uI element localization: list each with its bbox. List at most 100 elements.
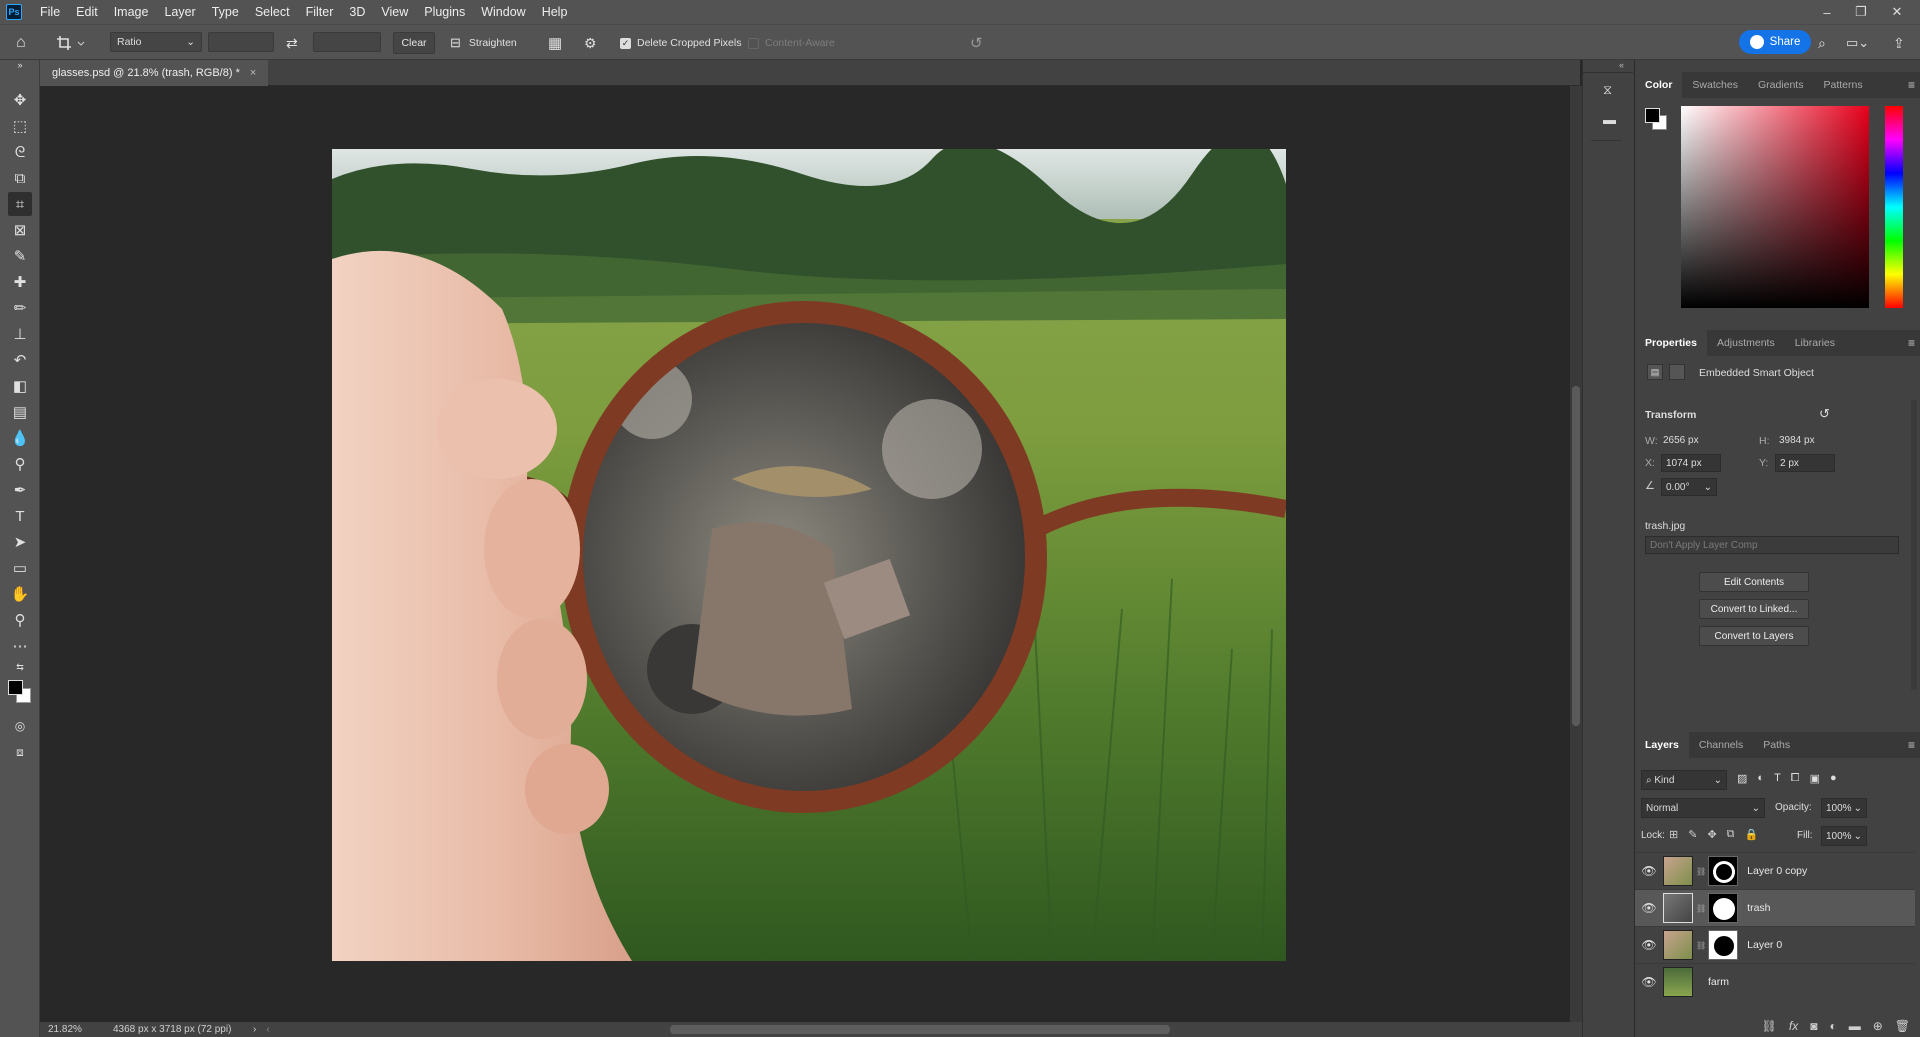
y-input[interactable]: 2 px <box>1775 454 1835 472</box>
search-icon[interactable]: ⌕ <box>1818 32 1826 54</box>
layer-mask-thumbnail[interactable] <box>1708 893 1739 923</box>
link-icon[interactable]: ⛓ <box>1696 904 1706 913</box>
checkbox-checked-icon[interactable]: ✓ <box>620 37 631 49</box>
menu-plugins[interactable]: Plugins <box>416 0 473 24</box>
collapse-panels-icon[interactable]: « <box>1619 60 1624 70</box>
more-tools-icon[interactable]: ⋯ <box>8 634 32 658</box>
menu-layer[interactable]: Layer <box>156 0 203 24</box>
type-filter-icon[interactable]: T <box>1774 772 1781 785</box>
layer-mask-thumbnail[interactable] <box>1708 856 1739 886</box>
trash-icon[interactable]: 🗑 <box>1895 1019 1910 1033</box>
content-aware-option[interactable]: Content-Aware <box>748 32 835 54</box>
angle-input[interactable]: 0.00° ⌄ <box>1661 478 1717 496</box>
tab-color[interactable]: Color <box>1635 72 1683 98</box>
properties-scrollbar[interactable] <box>1911 400 1917 690</box>
menu-select[interactable]: Select <box>247 0 298 24</box>
lock-paint-icon[interactable]: ✎ <box>1688 828 1697 841</box>
vertical-scrollbar[interactable] <box>1570 86 1582 1022</box>
pixel-filter-icon[interactable]: ▨ <box>1737 772 1747 785</box>
visibility-eye-icon[interactable]: 👁 <box>1635 864 1663 878</box>
layer-comp-dropdown[interactable]: Don't Apply Layer Comp <box>1645 536 1899 554</box>
screen-mode-icon[interactable]: ⧈ <box>8 740 32 764</box>
color-fg-swatch[interactable] <box>1645 108 1660 123</box>
convert-to-linked-button[interactable]: Convert to Linked... <box>1699 599 1809 619</box>
stamp-tool-icon[interactable]: ⊥ <box>8 322 32 346</box>
minimize-button[interactable]: – <box>1810 0 1844 24</box>
opacity-input[interactable]: 100% ⌄ <box>1821 798 1867 818</box>
shape-filter-icon[interactable]: ⧠ <box>1791 772 1800 785</box>
share-button[interactable]: Share <box>1739 30 1811 54</box>
smart-object-filter-icon[interactable]: ▣ <box>1810 772 1820 785</box>
link-icon[interactable]: ⛓ <box>1696 941 1706 950</box>
type-tool-icon[interactable]: T <box>8 504 32 528</box>
hand-tool-icon[interactable]: ✋ <box>8 582 32 606</box>
ratio-dropdown[interactable]: Ratio ⌄ <box>110 32 202 52</box>
home-icon[interactable]: ⌂ <box>16 32 26 54</box>
lock-artboard-icon[interactable]: ⧉ <box>1727 828 1735 841</box>
rectangle-tool-icon[interactable]: ▭ <box>8 556 32 580</box>
tab-layers[interactable]: Layers <box>1635 732 1689 758</box>
swap-colors-icon[interactable]: ⇆ <box>8 660 32 674</box>
menu-type[interactable]: Type <box>204 0 247 24</box>
tab-gradients[interactable]: Gradients <box>1748 72 1814 98</box>
layer-row-selected[interactable]: 👁 ⛓ trash <box>1635 889 1915 926</box>
close-tab-icon[interactable]: × <box>250 67 256 79</box>
expand-toolbar-icon[interactable]: » <box>8 58 32 72</box>
reset-icon[interactable]: ↺ <box>970 32 983 54</box>
pen-tool-icon[interactable]: ✒ <box>8 478 32 502</box>
add-mask-icon[interactable]: ◙ <box>1810 1019 1817 1033</box>
marquee-tool-icon[interactable]: ⬚ <box>8 114 32 138</box>
dodge-tool-icon[interactable]: ⚲ <box>8 452 32 476</box>
brush-tool-icon[interactable]: ✏ <box>8 296 32 320</box>
menu-file[interactable]: File <box>32 0 68 24</box>
frame-tool-icon[interactable]: ⊠ <box>8 218 32 242</box>
new-layer-icon[interactable]: ⊕ <box>1873 1019 1883 1033</box>
horizontal-scroll-thumb[interactable] <box>670 1025 1170 1034</box>
history-brush-tool-icon[interactable]: ↶ <box>8 348 32 372</box>
restore-button[interactable]: ❐ <box>1844 0 1878 24</box>
layer-row[interactable]: 👁 ⛓ Layer 0 <box>1635 926 1915 963</box>
menu-help[interactable]: Help <box>534 0 576 24</box>
panel-menu-icon[interactable]: ≡ <box>1908 738 1915 752</box>
menu-3d[interactable]: 3D <box>341 0 373 24</box>
blend-mode-dropdown[interactable]: Normal ⌄ <box>1641 798 1765 818</box>
zoom-level[interactable]: 21.82% <box>48 1024 103 1035</box>
lock-transparent-icon[interactable]: ⊞ <box>1669 828 1678 841</box>
path-selection-tool-icon[interactable]: ➤ <box>8 530 32 554</box>
tab-libraries[interactable]: Libraries <box>1785 330 1845 356</box>
visibility-eye-icon[interactable]: 👁 <box>1635 938 1663 952</box>
panel-menu-icon[interactable]: ≡ <box>1908 78 1915 92</box>
convert-to-layers-button[interactable]: Convert to Layers <box>1699 626 1809 646</box>
foreground-color-swatch[interactable] <box>8 680 23 695</box>
move-tool-icon[interactable]: ✥ <box>8 88 32 112</box>
new-group-icon[interactable]: ▬ <box>1849 1019 1861 1033</box>
hue-slider[interactable] <box>1885 106 1903 308</box>
layer-filter-dropdown[interactable]: ⌕ Kind ⌄ <box>1641 770 1727 790</box>
link-icon[interactable]: ⛓ <box>1696 867 1706 876</box>
healing-brush-tool-icon[interactable]: ✚ <box>8 270 32 294</box>
menu-image[interactable]: Image <box>106 0 157 24</box>
quick-mask-icon[interactable]: ◎ <box>8 714 32 738</box>
layer-mask-thumbnail[interactable] <box>1708 930 1739 960</box>
ratio-width-input[interactable] <box>208 32 274 52</box>
overlay-grid-icon[interactable]: ▦ <box>548 32 562 54</box>
workspace-icon[interactable]: ▭⌄ <box>1846 32 1869 54</box>
object-select-tool-icon[interactable]: ⧉ <box>8 166 32 190</box>
lock-position-icon[interactable]: ✥ <box>1707 828 1716 841</box>
tab-adjustments[interactable]: Adjustments <box>1707 330 1785 356</box>
crop-tool-preset[interactable] <box>56 32 86 54</box>
visibility-eye-icon[interactable]: 👁 <box>1635 901 1663 915</box>
gradient-tool-icon[interactable]: ▤ <box>8 400 32 424</box>
adjustment-filter-icon[interactable]: ◐ <box>1757 772 1764 785</box>
swap-icon[interactable]: ⇄ <box>286 32 298 54</box>
width-value[interactable]: 2656 px <box>1663 435 1699 446</box>
mask-properties-icon[interactable] <box>1669 364 1685 380</box>
gear-icon[interactable]: ⚙ <box>584 32 597 54</box>
menu-filter[interactable]: Filter <box>298 0 342 24</box>
straighten-button[interactable]: ⊟ Straighten <box>450 32 517 54</box>
menu-view[interactable]: View <box>373 0 416 24</box>
lasso-tool-icon[interactable]: ᘓ <box>8 140 32 164</box>
tab-swatches[interactable]: Swatches <box>1682 72 1748 98</box>
layer-row[interactable]: 👁 ⛓ Layer 0 copy <box>1635 852 1915 889</box>
delete-cropped-pixels-option[interactable]: ✓ Delete Cropped Pixels <box>620 32 741 54</box>
